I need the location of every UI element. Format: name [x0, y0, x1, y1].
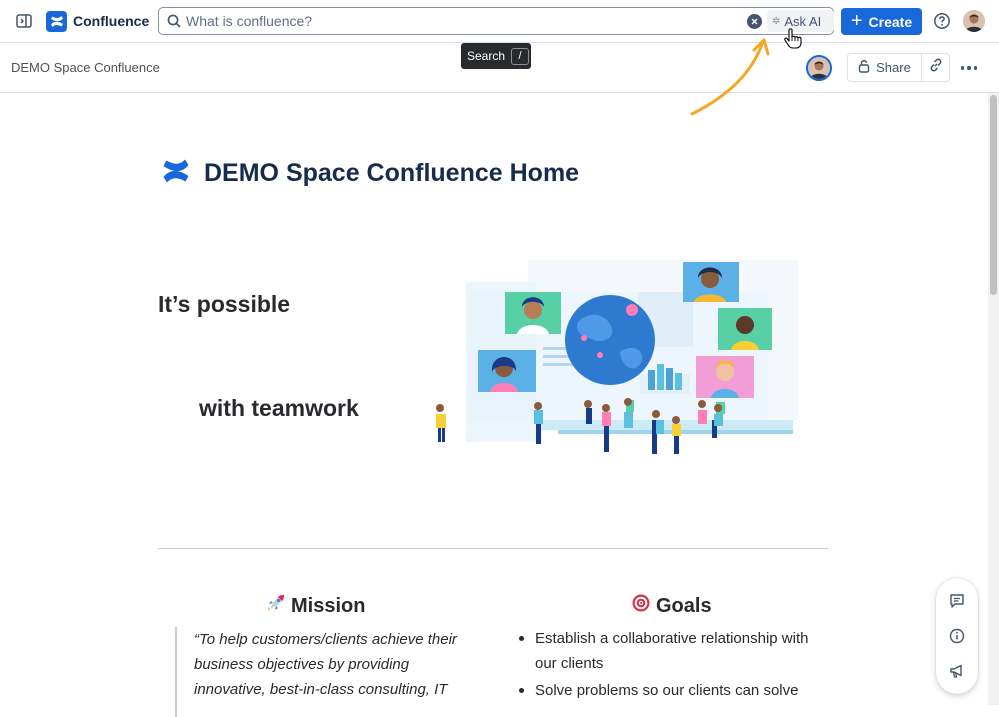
- hero-heading-1: It’s possible: [158, 291, 291, 317]
- goals-heading: Goals: [631, 593, 712, 619]
- user-avatar[interactable]: [963, 10, 985, 32]
- sidebar-toggle-icon[interactable]: [10, 9, 38, 33]
- megaphone-icon[interactable]: [945, 659, 969, 683]
- confluence-logo[interactable]: Confluence: [46, 10, 149, 32]
- mission-quote: “To help customers/clients achieve their…: [175, 627, 475, 717]
- app-name: Confluence: [73, 13, 150, 29]
- list-item: Solve problems so our clients can solve: [517, 678, 817, 703]
- mission-heading-label: Mission: [291, 594, 366, 617]
- mission-heading: Mission: [266, 593, 365, 619]
- share-button[interactable]: Share: [847, 53, 922, 82]
- search-input[interactable]: [186, 11, 726, 31]
- confluence-space-icon: [162, 157, 190, 190]
- lock-icon: [858, 59, 870, 76]
- copy-link-button[interactable]: [921, 53, 950, 82]
- floating-action-bar: [936, 578, 978, 694]
- list-item: Establish a collaborative relationship w…: [517, 626, 817, 676]
- create-button[interactable]: + Create: [841, 8, 922, 35]
- breadcrumb[interactable]: DEMO Space Confluence: [11, 60, 160, 75]
- ask-ai-label: Ask AI: [784, 13, 822, 29]
- help-icon[interactable]: [933, 12, 951, 30]
- annotation-arrow: [690, 28, 802, 116]
- sparkle-icon: ✲: [772, 15, 781, 27]
- link-icon: [929, 58, 943, 77]
- more-actions-icon[interactable]: [956, 57, 982, 79]
- page-title-row: DEMO Space Confluence Home: [162, 157, 579, 190]
- goals-heading-label: Goals: [656, 594, 712, 617]
- top-navigation: Confluence ✲ Ask AI + Create: [0, 0, 999, 43]
- hero-heading-2: with teamwork: [199, 395, 359, 421]
- section-divider: [158, 548, 828, 549]
- goals-list: Establish a collaborative relationship w…: [517, 626, 817, 705]
- hand-cursor-icon: [784, 28, 802, 49]
- share-label: Share: [876, 60, 911, 75]
- comment-icon[interactable]: [945, 589, 969, 613]
- page-title: DEMO Space Confluence Home: [204, 159, 580, 187]
- page-header: DEMO Space Confluence Share: [0, 43, 999, 93]
- scrollbar-thumb[interactable]: [990, 95, 997, 295]
- clear-search-icon[interactable]: [747, 14, 762, 29]
- rocket-icon: [266, 593, 286, 619]
- teamwork-illustration: [436, 260, 798, 454]
- search-icon: [167, 14, 181, 33]
- create-label: Create: [868, 13, 913, 30]
- target-icon: [631, 593, 651, 619]
- plus-icon: +: [850, 9, 863, 32]
- info-icon[interactable]: [945, 624, 969, 648]
- confluence-logo-icon: [46, 10, 67, 32]
